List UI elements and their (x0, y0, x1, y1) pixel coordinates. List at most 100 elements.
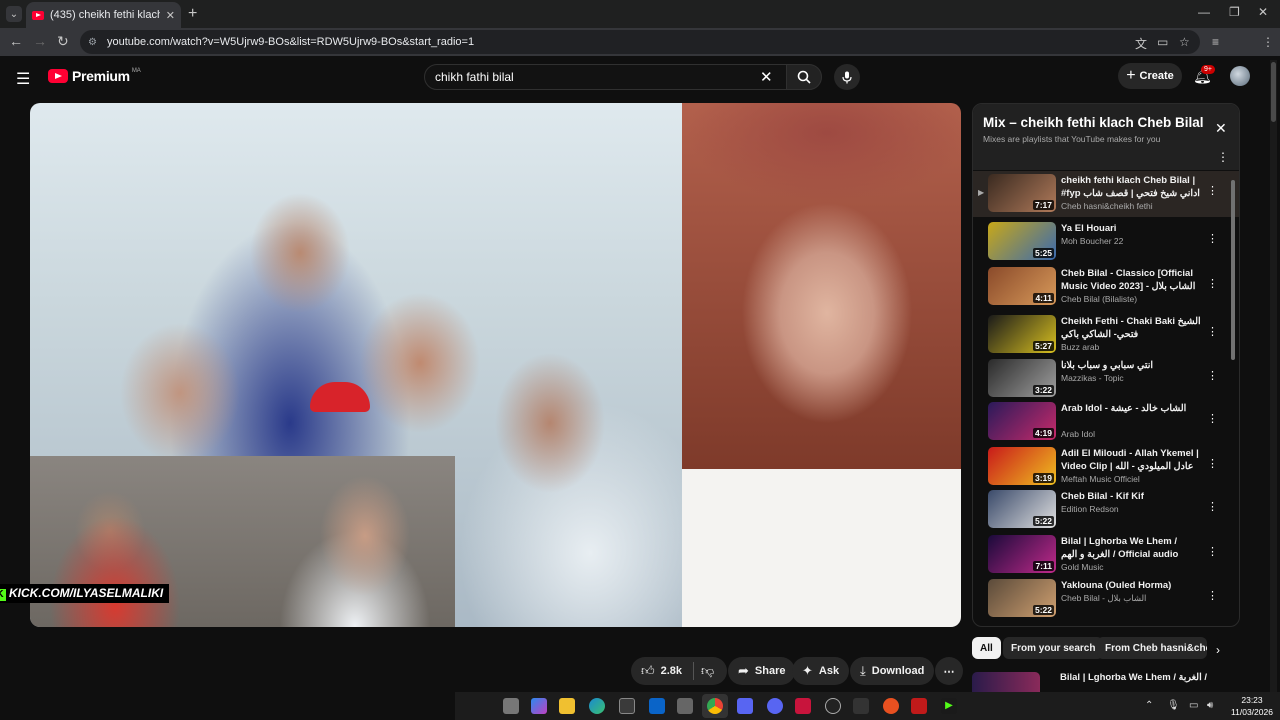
playlist-item-more-icon[interactable]: ⋮ (1207, 184, 1218, 197)
playlist-item[interactable]: 4:11 Cheb Bilal - Classico [Official Musi… (973, 264, 1239, 310)
playlist-item-more-icon[interactable]: ⋮ (1207, 412, 1218, 425)
capcut-icon[interactable] (853, 698, 869, 714)
playlist-item-title[interactable]: انتي سبابي و سباب بلانا (1061, 359, 1201, 372)
playlist-item-thumbnail[interactable]: 3:22 (988, 359, 1056, 397)
playlist-item[interactable]: 5:22 Cheb Bilal - Kif Kif Edition Redson ⋮ (973, 487, 1239, 533)
like-count[interactable]: 2.8k (661, 665, 682, 677)
outlook-icon[interactable] (649, 698, 665, 714)
translate-icon[interactable]: 文 (1135, 35, 1147, 52)
video-player[interactable] (30, 103, 961, 627)
playlist-item-more-icon[interactable]: ⋮ (1207, 369, 1218, 382)
discord-icon[interactable] (767, 698, 783, 714)
playlist-item-thumbnail[interactable]: 7:17 (988, 174, 1056, 212)
gamepad-icon[interactable] (737, 698, 753, 714)
tab-list-button[interactable]: ⌄ (6, 6, 22, 22)
playlist-scrollbar[interactable] (1231, 180, 1235, 360)
user-avatar[interactable] (1230, 66, 1250, 86)
playlist-item[interactable]: 5:22 Yaklouna (Ouled Horma) Cheb Bilal - ا… (973, 576, 1239, 622)
tray-mic-icon[interactable]: 🎙︎ (1167, 700, 1180, 711)
search-button[interactable] (786, 64, 822, 90)
playlist-item-title[interactable]: Cheb Bilal - Kif Kif (1061, 490, 1201, 503)
dislike-icon[interactable]: 👎︎ (701, 663, 714, 679)
back-icon[interactable]: ← (9, 33, 23, 49)
playlist-item-title[interactable]: Yaklouna (Ouled Horma) (1061, 579, 1201, 592)
playlist-item-thumbnail[interactable]: 5:25 (988, 222, 1056, 260)
playlist-item-thumbnail[interactable]: 3:19 (988, 447, 1056, 485)
chip-from-channel[interactable]: From Cheb hasni&cheik (1097, 637, 1207, 659)
forward-icon[interactable]: → (33, 33, 47, 49)
ask-button[interactable]: ✦ Ask (792, 657, 850, 685)
url-field[interactable]: ⚙ youtube.com/watch?v=W5Ujrw9-BOs&list=R… (80, 30, 1200, 54)
playlist-title[interactable]: Mix – cheikh fethi klach Cheb Bilal |... (983, 115, 1205, 130)
voice-search-button[interactable] (834, 64, 860, 90)
minimize-icon[interactable]: — (1198, 5, 1210, 19)
playlist-item[interactable]: 5:27 Cheikh Fethi - Chaki Baki الشيخ فتحي… (973, 312, 1239, 358)
inbox-icon[interactable] (677, 698, 693, 714)
copilot-icon[interactable] (531, 698, 547, 714)
playlist-item-more-icon[interactable]: ⋮ (1207, 232, 1218, 245)
playlist-item-thumbnail[interactable]: 5:22 (988, 579, 1056, 617)
playlist-item-title[interactable]: Cheb Bilal - Classico [Official Music Vi… (1061, 267, 1201, 293)
app-red-icon[interactable] (883, 698, 899, 714)
browser-menu-icon[interactable]: ⋮ (1262, 35, 1274, 49)
download-button[interactable]: ⤓ Download (850, 657, 935, 685)
chip-all[interactable]: All (972, 637, 1001, 659)
playlist-item-more-icon[interactable]: ⋮ (1207, 545, 1218, 558)
playlist-item[interactable]: 3:19 Adil El Miloudi - Allah Ykemel | Vid… (973, 444, 1239, 490)
page-scrollbar-thumb[interactable] (1271, 62, 1276, 122)
hamburger-menu-icon[interactable]: ☰ (16, 69, 30, 89)
playlist-item[interactable]: 4:19 Arab Idol - الشاب خالد - عيشة Arab Id… (973, 399, 1239, 445)
playlist-item-more-icon[interactable]: ⋮ (1207, 457, 1218, 470)
playlist-item-thumbnail[interactable]: 5:27 (988, 315, 1056, 353)
close-tab-icon[interactable]: ✕ (166, 9, 175, 22)
search-input[interactable]: chikh fathi bilal (424, 64, 788, 90)
playlist-item-title[interactable]: Cheikh Fethi - Chaki Baki الشيخ فتحي- ال… (1061, 315, 1201, 341)
playlist-item-more-icon[interactable]: ⋮ (1207, 589, 1218, 602)
store-icon[interactable] (619, 698, 635, 714)
tray-expand-icon[interactable]: ⌃ (1145, 700, 1153, 711)
playlist-item-thumbnail[interactable]: 4:11 (988, 267, 1056, 305)
tray-volume-icon[interactable]: 🔊︎ (1207, 700, 1213, 711)
playlist-item-title[interactable]: Bilal | Lghorba We Lhem / الغربة و الهم … (1061, 535, 1201, 561)
playlist-item[interactable]: 3:22 انتي سبابي و سباب بلانا Mazzikas - To… (973, 356, 1239, 402)
playlist-item[interactable]: 7:11 Bilal | Lghorba We Lhem / الغربة و ا… (973, 532, 1239, 578)
page-scrollbar-track[interactable] (1270, 60, 1277, 692)
streaming-app-icon[interactable]: ▶ (941, 698, 957, 714)
tray-network-icon[interactable]: ▭ (1189, 700, 1198, 711)
playlist-item-more-icon[interactable]: ⋮ (1207, 277, 1218, 290)
taskbar-clock[interactable]: 23:23 11/03/2026 (1227, 694, 1277, 718)
cast-icon[interactable]: ▭ (1157, 35, 1168, 49)
close-window-icon[interactable]: ✕ (1258, 5, 1268, 19)
playlist-item[interactable]: ▶ 7:17 cheikh fethi klach Cheb Bilal | #fy… (973, 171, 1239, 217)
clear-search-icon[interactable]: ✕ (760, 68, 773, 86)
playlist-item-more-icon[interactable]: ⋮ (1207, 500, 1218, 513)
app-a-icon[interactable] (795, 698, 811, 714)
maximize-icon[interactable]: ❐ (1229, 5, 1240, 19)
file-explorer-icon[interactable] (559, 698, 575, 714)
browser-tab-active[interactable]: (435) cheikh fethi klach Cheb Bilal | ✕ (26, 2, 181, 28)
playlist-item[interactable]: 5:25 Ya El Houari Moh Boucher 22 ⋮ (973, 219, 1239, 265)
youtube-premium-logo[interactable]: Premium MA (48, 68, 141, 84)
playlist-item-thumbnail[interactable]: 5:22 (988, 490, 1056, 528)
playlist-item-thumbnail[interactable]: 4:19 (988, 402, 1056, 440)
playlist-item-more-icon[interactable]: ⋮ (1207, 325, 1218, 338)
reading-list-icon[interactable]: ≡ (1212, 35, 1219, 49)
share-button[interactable]: ➦ Share (728, 657, 796, 685)
more-actions-button[interactable]: ⋯ (935, 657, 963, 685)
new-tab-button[interactable]: + (188, 5, 197, 23)
task-view-icon[interactable] (503, 698, 519, 714)
bookmark-star-icon[interactable]: ☆ (1179, 35, 1190, 49)
chip-from-your-search[interactable]: From your search (1003, 637, 1104, 659)
like-icon[interactable]: 👍︎ (641, 663, 655, 679)
edge-icon[interactable] (589, 698, 605, 714)
playlist-item-title[interactable]: Ya El Houari (1061, 222, 1201, 235)
next-video-peek[interactable]: Bilal | Lghorba We Lhem / الغربة / (972, 668, 1232, 692)
create-button[interactable]: + Create (1118, 63, 1182, 89)
chips-next-icon[interactable]: › (1216, 643, 1220, 657)
playlist-item-title[interactable]: Arab Idol - الشاب خالد - عيشة (1061, 402, 1201, 415)
reload-icon[interactable]: ↻ (57, 33, 69, 50)
playlist-item-thumbnail[interactable]: 7:11 (988, 535, 1056, 573)
steam-icon[interactable] (825, 698, 841, 714)
close-playlist-icon[interactable]: ✕ (1215, 120, 1227, 137)
chrome-icon[interactable] (707, 698, 723, 714)
